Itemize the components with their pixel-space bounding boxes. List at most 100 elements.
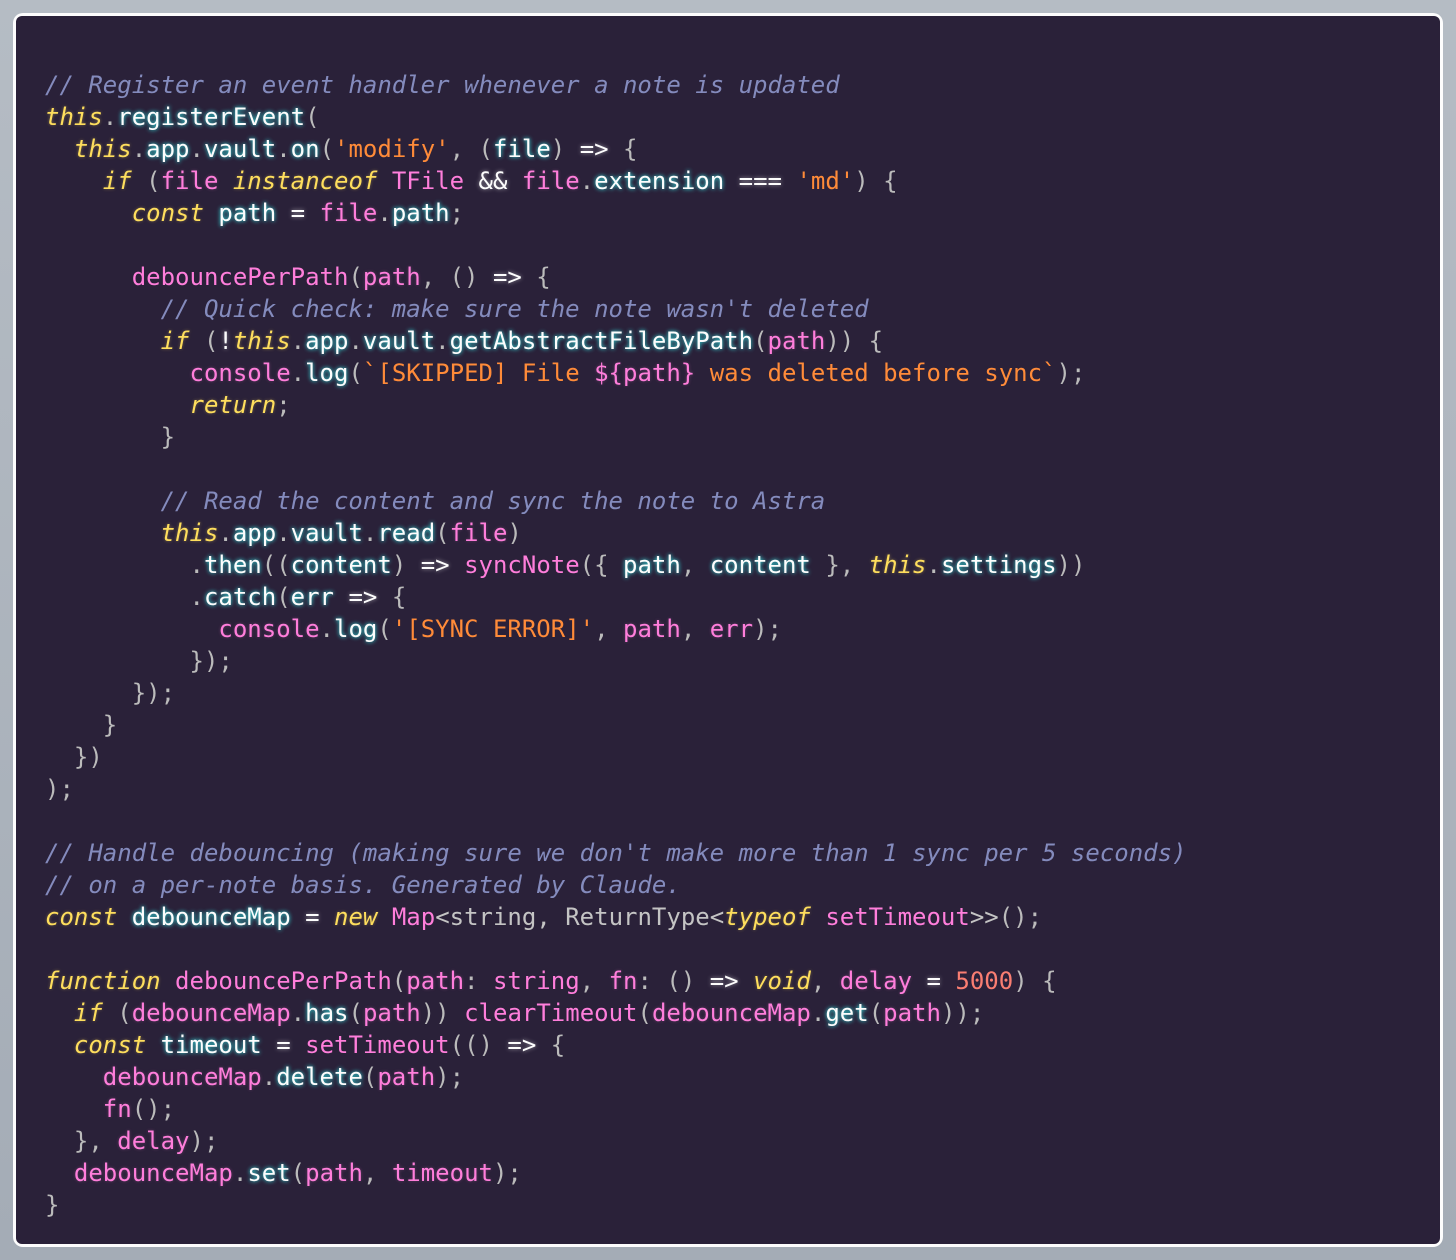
token-property: settings <box>940 551 1057 579</box>
token-property: app <box>305 327 349 355</box>
token-function-name: syncNote <box>464 551 580 579</box>
code-line: ); <box>45 773 1440 805</box>
code-line: const path = file.path; <box>45 197 1440 229</box>
token-operator: => <box>579 135 609 163</box>
token-variable: console <box>218 615 320 643</box>
token-punctuation <box>45 1031 74 1059</box>
token-punctuation <box>45 135 74 163</box>
token-punctuation: } <box>45 423 176 451</box>
token-punctuation: ( <box>753 327 768 355</box>
token-punctuation: ( <box>290 1159 306 1187</box>
token-punctuation <box>45 1159 74 1187</box>
code-line: // Handle debouncing (making sure we don… <box>45 837 1440 869</box>
code-line: const timeout = setTimeout(() => { <box>45 1029 1440 1061</box>
token-keyword: instanceof <box>232 167 378 195</box>
token-property: vault <box>362 327 436 355</box>
token-property: path <box>391 199 450 227</box>
token-this-keyword: this <box>160 519 219 547</box>
token-punctuation: ; <box>276 391 291 419</box>
token-property: app <box>146 135 190 163</box>
token-variable: fn <box>102 1095 132 1123</box>
token-operator: => <box>492 263 522 291</box>
code-line: if (!this.app.vault.getAbstractFileByPat… <box>45 325 1440 357</box>
token-operator: === <box>738 167 782 195</box>
token-type-annotation: >> <box>969 903 999 931</box>
token-punctuation <box>45 391 190 419</box>
token-punctuation: , () <box>420 263 493 291</box>
token-variable: console <box>189 359 291 387</box>
token-function-name: debouncePerPath <box>175 967 392 995</box>
token-variable: ${path} <box>594 359 696 387</box>
token-punctuation: , ( <box>449 135 493 163</box>
token-punctuation: . <box>261 1063 277 1091</box>
token-punctuation: ( <box>102 999 132 1027</box>
token-variable: path <box>406 967 465 995</box>
code-line: }); <box>45 677 1440 709</box>
code-line: // on a per-note basis. Generated by Cla… <box>45 869 1440 901</box>
token-keyword: const <box>45 903 118 931</box>
token-comment: // Handle debouncing (making sure we don… <box>45 839 1187 867</box>
token-punctuation: }, <box>810 551 869 579</box>
token-function-name: debouncePerPath <box>131 263 349 291</box>
token-method-call: registerEvent <box>117 103 306 131</box>
token-punctuation <box>45 487 161 515</box>
token-punctuation <box>204 199 218 227</box>
token-punctuation <box>117 903 131 931</box>
token-method-call: read <box>377 519 436 547</box>
token-punctuation: . <box>348 327 363 355</box>
token-punctuation <box>912 967 926 995</box>
token-punctuation: } <box>45 711 118 739</box>
token-variable: debounceMap <box>102 1063 262 1091</box>
token-punctuation <box>739 967 753 995</box>
token-punctuation <box>377 167 391 195</box>
token-method-call: get <box>825 999 869 1027</box>
token-operator: ! <box>218 327 233 355</box>
code-line: debounceMap.set(path, timeout); <box>45 1157 1440 1189</box>
code-line: this.registerEvent( <box>45 101 1440 133</box>
token-punctuation: ({ <box>579 551 624 579</box>
token-punctuation: }); <box>45 647 233 675</box>
token-property: err <box>290 583 335 611</box>
token-punctuation: . <box>290 359 306 387</box>
token-punctuation <box>45 519 161 547</box>
token-punctuation: , <box>680 615 710 643</box>
token-keyword: void <box>753 967 811 995</box>
token-variable: file <box>160 167 219 195</box>
token-punctuation: ); <box>753 615 782 643</box>
token-punctuation: . <box>926 551 941 579</box>
token-method-call: log <box>334 615 378 643</box>
token-variable: debounceMap <box>73 1159 233 1187</box>
code-line: } <box>45 1189 1440 1221</box>
token-variable: debounceMap <box>651 999 811 1027</box>
token-punctuation <box>291 903 305 931</box>
token-this-keyword: this <box>45 103 103 131</box>
token-punctuation: )) <box>1056 551 1086 579</box>
token-string-literal: 'md' <box>796 167 855 195</box>
token-property: vault <box>290 519 363 547</box>
token-keyword: return <box>189 391 277 419</box>
token-punctuation: , <box>680 551 710 579</box>
token-punctuation: . <box>102 103 118 131</box>
token-function-name: setTimeout <box>305 1031 450 1059</box>
token-punctuation <box>161 967 175 995</box>
token-operator: = <box>305 903 320 931</box>
token-punctuation <box>464 167 478 195</box>
token-punctuation: ) { <box>1013 967 1057 995</box>
token-punctuation: { <box>377 583 407 611</box>
token-punctuation: )); <box>940 999 985 1027</box>
token-variable: path <box>623 615 681 643</box>
code-editor[interactable]: // Register an event handler whenever a … <box>16 16 1440 1244</box>
token-punctuation: ( <box>348 263 363 291</box>
token-operator: => <box>709 967 739 995</box>
token-comment: // Quick check: make sure the note wasn'… <box>160 295 869 323</box>
token-punctuation: } <box>45 1191 60 1219</box>
token-punctuation <box>291 1031 305 1059</box>
token-punctuation: : () <box>637 967 710 995</box>
token-property: timeout <box>160 1031 262 1059</box>
token-variable: path <box>305 1159 363 1187</box>
token-punctuation: { <box>521 263 551 291</box>
token-punctuation <box>45 167 103 195</box>
